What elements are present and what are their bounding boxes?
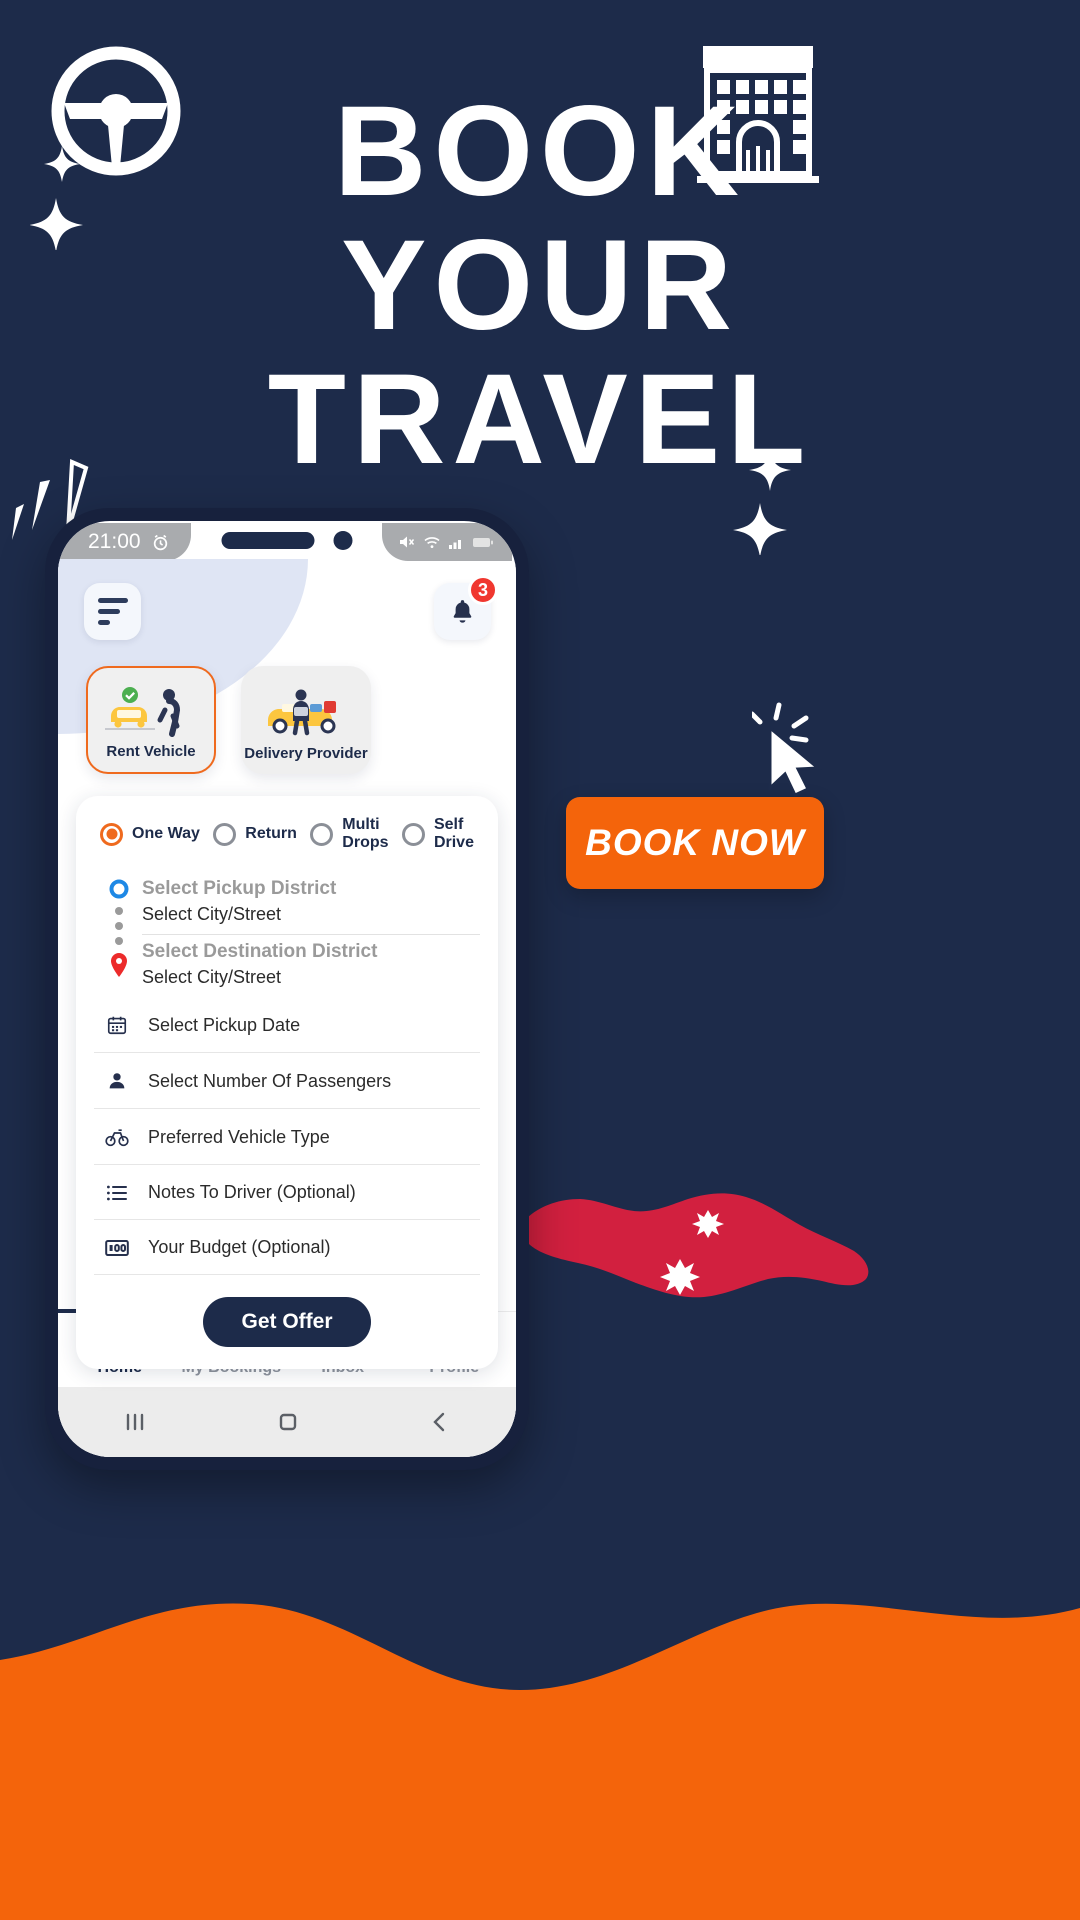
app-content: 3 Rent Vehicle Delivery Provider One Way… (58, 559, 516, 1457)
trip-type-label-line2: Drops (342, 834, 389, 851)
get-offer-button[interactable]: Get Offer (203, 1297, 371, 1347)
status-bar-left: 21:00 (58, 523, 191, 561)
route-selector: Select Pickup District Select City/Stree… (94, 872, 480, 997)
hotel-building-icon (697, 46, 819, 183)
field-label: Notes To Driver (Optional) (148, 1182, 356, 1202)
trip-type-label-line1: Self (433, 816, 464, 833)
trip-type-one-way[interactable]: One Way (100, 822, 200, 846)
alarm-icon (153, 534, 167, 550)
trip-type-label: Return (245, 825, 297, 842)
service-card-delivery-provider[interactable]: Delivery Provider (241, 666, 371, 774)
sparkle-icon-right (733, 449, 791, 555)
earpiece-speaker (221, 532, 315, 549)
phone-notch (221, 531, 353, 550)
pickup-district-label: Select Pickup District (142, 878, 337, 899)
route-rail (108, 878, 130, 978)
route-dot (115, 907, 123, 915)
front-camera (333, 531, 353, 550)
phone-mockup: 21:00 3 Rent Vehicle Delivery Provider O… (45, 508, 529, 1470)
pickup-district-field[interactable]: Select Pickup District Select City/Stree… (142, 872, 480, 935)
radio-one-way[interactable] (100, 822, 123, 846)
nepal-map-illustration (522, 1193, 869, 1298)
field-notes-to-driver[interactable]: Notes To Driver (Optional) (94, 1165, 480, 1220)
destination-district-label: Select Destination District (142, 941, 378, 962)
person-icon (104, 1070, 130, 1092)
back-icon[interactable] (428, 1410, 452, 1434)
money-icon (104, 1239, 130, 1257)
battery-icon (473, 538, 493, 547)
book-now-label: BOOK NOW (585, 822, 805, 863)
booking-form-card: One Way Return Multi Drops Self Drive Se… (76, 796, 498, 1369)
destination-city-street-value: Select City/Street (142, 967, 282, 987)
trip-type-options: One Way Return Multi Drops Self Drive (94, 816, 480, 856)
field-label: Select Pickup Date (148, 1014, 301, 1035)
rent-vehicle-illustration (99, 684, 203, 740)
android-system-bar (58, 1387, 516, 1457)
status-bar: 21:00 (58, 521, 516, 563)
route-dot (115, 937, 123, 945)
hamburger-menu-button[interactable] (84, 583, 141, 640)
status-bar-right (382, 523, 512, 561)
field-pickup-date[interactable]: Select Pickup Date (94, 997, 480, 1053)
wifi-icon (424, 537, 440, 548)
field-label: Your Budget (Optional) (148, 1237, 331, 1257)
trip-type-label: Multi Drops (342, 816, 388, 852)
route-dot (115, 922, 123, 930)
trip-type-label-line1: Multi (342, 816, 380, 833)
field-vehicle-type[interactable]: Preferred Vehicle Type (94, 1109, 480, 1165)
radio-self-drive[interactable] (401, 822, 425, 846)
field-budget[interactable]: Your Budget (Optional) (94, 1220, 480, 1275)
app-header: 3 (58, 563, 516, 640)
headline-line-3: TRAVEL (267, 348, 813, 491)
trip-type-multi-drops[interactable]: Multi Drops (310, 816, 389, 852)
radio-return[interactable] (213, 822, 237, 846)
field-label: Preferred Vehicle Type (148, 1126, 330, 1147)
home-circle-icon[interactable] (276, 1410, 300, 1434)
notification-button[interactable]: 3 (434, 575, 498, 640)
sparkle-icon-left (30, 146, 83, 250)
signal-icon (449, 540, 461, 549)
circle-marker-icon (109, 879, 129, 899)
service-card-rent-vehicle[interactable]: Rent Vehicle (86, 666, 216, 774)
bicycle-icon (104, 1126, 130, 1148)
mouse-cursor-icon (752, 702, 822, 797)
hamburger-icon-bar (98, 598, 128, 603)
delivery-provider-illustration (254, 686, 358, 742)
book-now-button[interactable]: BOOK NOW (566, 797, 824, 889)
headline-line-2: YOUR (341, 214, 739, 357)
submit-row: Get Offer (94, 1297, 480, 1347)
location-pin-icon (111, 953, 127, 977)
trip-type-label: Self Drive (434, 816, 474, 852)
pickup-city-street-value: Select City/Street (142, 904, 282, 924)
list-icon (104, 1184, 130, 1202)
notification-badge: 3 (468, 575, 498, 605)
recents-icon[interactable] (122, 1411, 148, 1433)
service-type-cards: Rent Vehicle Delivery Provider (58, 640, 516, 774)
field-passengers[interactable]: Select Number Of Passengers (94, 1053, 480, 1109)
service-card-label: Delivery Provider (244, 745, 368, 762)
trip-type-self-drive[interactable]: Self Drive (401, 816, 474, 852)
radio-multi-drops[interactable] (310, 822, 334, 846)
calendar-icon (104, 1014, 130, 1036)
hamburger-icon-bar (98, 609, 120, 614)
phone-screen: 21:00 3 Rent Vehicle Delivery Provider O… (58, 521, 516, 1457)
trip-type-return[interactable]: Return (213, 822, 297, 846)
service-card-label: Rent Vehicle (106, 743, 196, 760)
field-label: Select Number Of Passengers (148, 1070, 392, 1091)
trip-type-label: One Way (132, 825, 200, 842)
status-time: 21:00 (88, 530, 141, 553)
hamburger-icon-bar (98, 620, 110, 625)
destination-district-field[interactable]: Select Destination District Select City/… (142, 935, 480, 997)
mute-icon (400, 536, 415, 548)
trip-type-label-line2: Drive (433, 834, 474, 851)
